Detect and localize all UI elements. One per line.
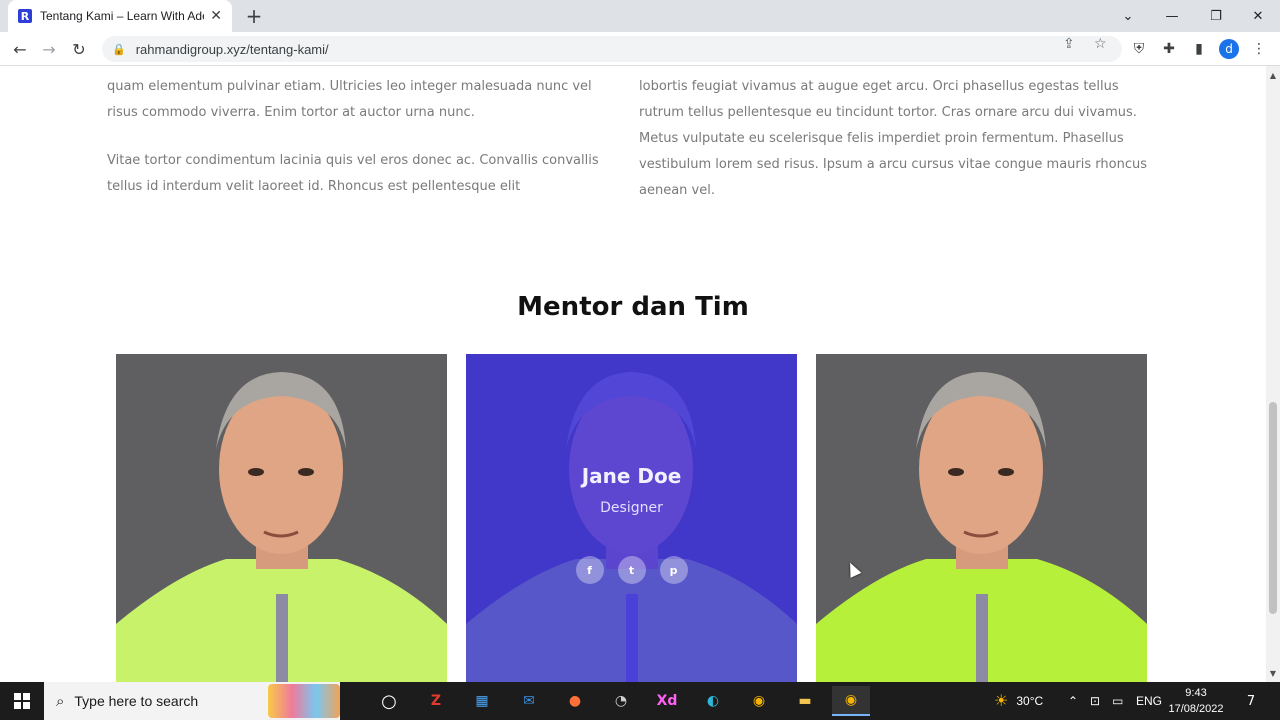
scroll-thumb[interactable] bbox=[1269, 402, 1277, 614]
temperature: 30°C bbox=[1016, 694, 1044, 708]
member-role: Designer bbox=[600, 500, 663, 516]
search-highlight-art-icon bbox=[268, 684, 340, 718]
facebook-icon[interactable]: f bbox=[575, 556, 604, 584]
forward-button[interactable]: → bbox=[37, 37, 61, 61]
back-button[interactable]: ← bbox=[8, 37, 32, 61]
paragraph: lobortis feugiat vivamus at augue eget a… bbox=[639, 79, 1147, 198]
social-links: f t p bbox=[466, 556, 797, 584]
taskbar-search[interactable]: ⌕ Type here to search bbox=[44, 682, 340, 720]
browser-toolbar: ← → ↻ 🔒 rahmandigroup.xyz/tentang-kami/ … bbox=[0, 32, 1280, 66]
address-bar[interactable]: 🔒 rahmandigroup.xyz/tentang-kami/ bbox=[102, 36, 1122, 62]
share-icon[interactable]: ⇪ bbox=[1063, 36, 1075, 52]
left-text-column: quam elementum pulvinar etiam. Ultricies… bbox=[107, 74, 617, 222]
taskbar: ⌕ Type here to search ○ Z ▦ ✉ ● ◔ Xd ◐ ◉… bbox=[0, 682, 1280, 720]
scroll-down-icon[interactable]: ▼ bbox=[1266, 666, 1280, 680]
right-text-column: lobortis feugiat vivamus at augue eget a… bbox=[639, 74, 1159, 226]
paragraph: Vitae tortor condimentum lacinia quis ve… bbox=[107, 153, 599, 194]
tray-chevron-icon[interactable]: ⌃ bbox=[1068, 682, 1078, 720]
app-clock-icon[interactable]: ◔ bbox=[602, 686, 640, 716]
section-title: Mentor dan Tim bbox=[517, 292, 749, 322]
filezilla-icon[interactable]: Z bbox=[417, 686, 455, 716]
notification-count: 7 bbox=[1246, 693, 1256, 709]
search-icon: ⌕ bbox=[56, 692, 65, 710]
minimize-button[interactable]: — bbox=[1150, 0, 1194, 32]
bookmark-star-icon[interactable]: ☆ bbox=[1094, 36, 1107, 52]
web-page: quam elementum pulvinar etiam. Ultricies… bbox=[0, 66, 1266, 682]
profile-avatar[interactable]: d bbox=[1219, 39, 1239, 59]
cortana-icon[interactable]: ○ bbox=[370, 686, 408, 716]
firefox-icon[interactable]: ● bbox=[556, 686, 594, 716]
tab-title: Tentang Kami – Learn With Aden bbox=[40, 9, 205, 23]
tab-search-icon[interactable]: ⌄ bbox=[1106, 0, 1150, 32]
new-tab-button[interactable]: + bbox=[242, 4, 266, 28]
clock-time: 9:43 bbox=[1185, 687, 1207, 699]
paragraph: quam elementum pulvinar etiam. Ultricies… bbox=[107, 79, 592, 120]
restore-button[interactable]: ❐ bbox=[1194, 0, 1238, 32]
battery-icon[interactable]: ▭ bbox=[1112, 682, 1123, 720]
scroll-up-icon[interactable]: ▲ bbox=[1266, 68, 1280, 82]
team-card[interactable] bbox=[116, 354, 447, 682]
hover-overlay bbox=[466, 354, 797, 682]
team-card[interactable] bbox=[816, 354, 1147, 682]
tab-close-icon[interactable]: ✕ bbox=[210, 8, 222, 24]
notification-icon[interactable]: 7 bbox=[1240, 690, 1262, 712]
store-icon[interactable]: ▦ bbox=[463, 686, 501, 716]
adobe-xd-icon[interactable]: Xd bbox=[648, 686, 686, 716]
language-indicator[interactable]: ENG bbox=[1136, 682, 1162, 720]
close-window-button[interactable]: ✕ bbox=[1236, 0, 1280, 32]
team-card-hovered[interactable]: Jane Doe Designer f t p bbox=[466, 354, 797, 682]
site-favicon-icon: R bbox=[18, 9, 32, 23]
start-button[interactable] bbox=[0, 682, 44, 720]
twitter-icon[interactable]: t bbox=[617, 556, 646, 584]
mail-icon[interactable]: ✉ bbox=[510, 686, 548, 716]
menu-kebab-icon[interactable]: ⋮ bbox=[1247, 37, 1271, 61]
page-scrollbar[interactable]: ▲ ▼ bbox=[1266, 66, 1280, 682]
lock-icon: 🔒 bbox=[112, 43, 126, 56]
shield-extension-icon[interactable]: ⛨ bbox=[1127, 37, 1151, 61]
file-explorer-icon[interactable]: ▬ bbox=[786, 686, 824, 716]
clock-date: 17/08/2022 bbox=[1168, 703, 1224, 715]
side-panel-icon[interactable]: ▮ bbox=[1187, 37, 1211, 61]
search-placeholder: Type here to search bbox=[74, 693, 199, 709]
url-text: rahmandigroup.xyz/tentang-kami/ bbox=[135, 41, 329, 57]
windows-logo-icon bbox=[14, 693, 30, 709]
tab-bar: R Tentang Kami – Learn With Aden ✕ + ⌄ —… bbox=[0, 0, 1280, 32]
pinterest-icon[interactable]: p bbox=[659, 556, 688, 584]
network-icon[interactable]: ⊡ bbox=[1090, 682, 1100, 720]
member-photo bbox=[116, 354, 447, 682]
edge-icon[interactable]: ◐ bbox=[694, 686, 732, 716]
weather-sun-icon: ☀ bbox=[994, 693, 1009, 710]
chrome-icon[interactable]: ◉ bbox=[740, 686, 778, 716]
reload-button[interactable]: ↻ bbox=[67, 37, 91, 61]
chrome-active-icon[interactable]: ◉ bbox=[832, 686, 870, 716]
member-photo bbox=[816, 354, 1147, 682]
member-name: Jane Doe bbox=[581, 464, 682, 488]
extensions-puzzle-icon[interactable]: ✚ bbox=[1157, 37, 1181, 61]
weather-widget[interactable]: ☀ 30°C bbox=[994, 682, 1043, 720]
clock[interactable]: 9:43 17/08/2022 bbox=[1164, 685, 1228, 717]
browser-tab[interactable]: R Tentang Kami – Learn With Aden ✕ bbox=[8, 0, 232, 32]
